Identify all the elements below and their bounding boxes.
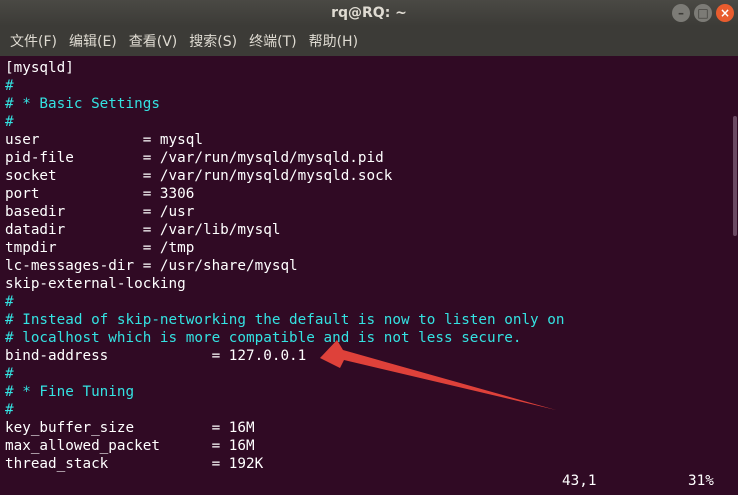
scrollbar-thumb[interactable] <box>733 116 737 236</box>
bind-address-line: bind-address = 127.0.0.1 <box>5 348 307 364</box>
window-titlebar[interactable]: rq@RQ: ~ – □ × <box>0 0 738 26</box>
menu-edit[interactable]: 编辑(E) <box>63 31 123 51</box>
terminal-line: pid-file = /var/run/mysqld/mysqld.pid <box>5 150 384 166</box>
window-title: rq@RQ: ~ <box>331 5 407 21</box>
terminal-line: datadir = /var/lib/mysql <box>5 222 281 238</box>
terminal-line: key_buffer_size = 16M <box>5 420 255 436</box>
terminal-line: socket = /var/run/mysqld/mysqld.sock <box>5 168 393 184</box>
terminal-line: # * Basic Settings <box>5 96 160 112</box>
menu-help[interactable]: 帮助(H) <box>303 31 364 51</box>
scrollbar[interactable] <box>732 56 738 495</box>
window-controls: – □ × <box>672 4 734 22</box>
terminal-line: skip-external-locking <box>5 276 186 292</box>
terminal-line: basedir = /usr <box>5 204 195 220</box>
terminal-line: user = mysql <box>5 132 203 148</box>
terminal-line: # * Fine Tuning <box>5 384 135 400</box>
maximize-button[interactable]: □ <box>694 4 712 22</box>
terminal-content[interactable]: [mysqld] # # * Basic Settings # user = m… <box>0 56 738 495</box>
terminal-line: # <box>5 402 14 418</box>
terminal-line: # <box>5 366 14 382</box>
close-button[interactable]: × <box>716 4 734 22</box>
scroll-percent: 31% <box>688 473 714 489</box>
menu-file[interactable]: 文件(F) <box>4 31 63 51</box>
terminal-line: [mysqld] <box>5 60 74 76</box>
terminal-line: lc-messages-dir = /usr/share/mysql <box>5 258 298 274</box>
minimize-button[interactable]: – <box>672 4 690 22</box>
menu-view[interactable]: 查看(V) <box>123 31 184 51</box>
terminal-line: # Instead of skip-networking the default… <box>5 312 565 328</box>
terminal-line: port = 3306 <box>5 186 195 202</box>
terminal-line: # localhost which is more compatible and… <box>5 330 522 346</box>
terminal-line: max_allowed_packet = 16M <box>5 438 255 454</box>
menu-terminal[interactable]: 终端(T) <box>243 31 302 51</box>
menu-search[interactable]: 搜索(S) <box>183 31 243 51</box>
terminal-line: thread_stack = 192K <box>5 456 264 472</box>
terminal-line: tmpdir = /tmp <box>5 240 195 256</box>
menu-bar: 文件(F) 编辑(E) 查看(V) 搜索(S) 终端(T) 帮助(H) <box>0 26 738 56</box>
cursor-position: 43,1 <box>562 473 597 489</box>
terminal-line: # <box>5 78 14 94</box>
terminal-line: # <box>5 114 14 130</box>
terminal-line: # <box>5 294 14 310</box>
